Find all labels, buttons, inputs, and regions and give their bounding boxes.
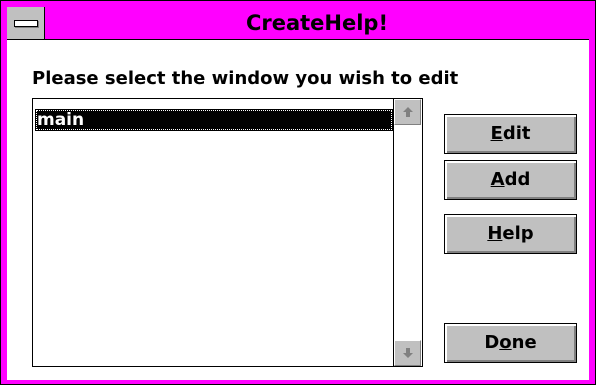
done-button-label: Done: [484, 332, 537, 353]
instruction-label: Please select the window you wish to edi…: [32, 68, 459, 89]
edit-button-label: Edit: [490, 123, 531, 144]
list-item-selected[interactable]: main: [35, 109, 393, 131]
done-button[interactable]: Done: [444, 323, 577, 363]
edit-button[interactable]: Edit: [444, 114, 577, 154]
add-button-label: Add: [490, 169, 531, 190]
title-bar[interactable]: CreateHelp!: [7, 7, 589, 40]
help-button-label: Help: [487, 223, 534, 244]
scroll-up-button[interactable]: [394, 99, 421, 125]
scroll-up-arrow-icon: [402, 107, 413, 117]
system-menu-icon: [14, 20, 38, 27]
add-button[interactable]: Add: [444, 160, 577, 200]
dialog-client-area: Please select the window you wish to edi…: [7, 40, 589, 380]
help-button[interactable]: Help: [444, 214, 577, 254]
window-title: CreateHelp!: [245, 11, 389, 35]
window-listbox[interactable]: main: [32, 98, 423, 367]
system-menu-button[interactable]: [7, 7, 45, 39]
createhelp-window: CreateHelp! Please select the window you…: [0, 0, 596, 385]
vertical-scrollbar[interactable]: [393, 99, 422, 366]
scroll-down-arrow-icon: [402, 348, 413, 358]
scroll-down-button[interactable]: [394, 340, 421, 366]
